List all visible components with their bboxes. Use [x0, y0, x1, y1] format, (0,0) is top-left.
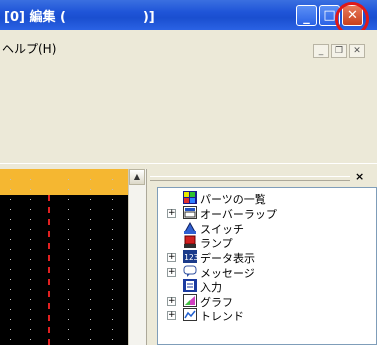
parts-tree[interactable]: パーツの一覧 + オーバーラップ スイッチ ランプ + 123 データ表示 + … — [157, 187, 377, 345]
chevron-up-icon: ▲ — [133, 172, 141, 181]
mdi-restore-button[interactable]: ❐ — [331, 44, 347, 58]
tree-item-data-display[interactable]: + 123 データ表示 — [158, 250, 376, 265]
tree-item-input[interactable]: 入力 — [158, 279, 376, 294]
expand-icon[interactable]: + — [167, 297, 176, 306]
parts-list-icon — [183, 191, 197, 204]
tree-item-graph[interactable]: + グラフ — [158, 294, 376, 309]
trend-icon — [183, 308, 197, 321]
tree-item-lamp[interactable]: ランプ — [158, 235, 376, 250]
restore-icon: ❐ — [334, 46, 344, 56]
grid-line — [68, 179, 69, 345]
grid-line — [30, 179, 31, 345]
lamp-icon — [183, 235, 197, 248]
tree-item-switch[interactable]: スイッチ — [158, 221, 376, 236]
minimize-button[interactable]: _ — [296, 5, 317, 26]
canvas-header-area — [0, 169, 128, 195]
vertical-scrollbar[interactable]: ▲ — [128, 169, 146, 345]
grid-line-red — [48, 195, 50, 345]
close-icon: ✕ — [353, 46, 361, 56]
tree-item-trend[interactable]: + トレンド — [158, 308, 376, 323]
expand-icon[interactable]: + — [167, 268, 176, 277]
message-icon — [183, 265, 197, 278]
graph-icon — [183, 294, 197, 307]
data-display-icon: 123 — [183, 250, 199, 263]
toolbar-area — [0, 60, 377, 168]
minimize-icon: _ — [303, 10, 310, 25]
window-title: [0] 編集 ( )] — [4, 10, 155, 25]
scroll-up-button[interactable]: ▲ — [129, 169, 145, 185]
overlap-icon — [183, 206, 197, 219]
input-icon — [183, 279, 197, 292]
expand-icon[interactable]: + — [167, 253, 176, 262]
tree-item-overlap[interactable]: + オーバーラップ — [158, 206, 376, 221]
mdi-minimize-button[interactable]: _ — [313, 44, 329, 58]
tree-item-parts-list[interactable]: パーツの一覧 — [158, 191, 376, 206]
svg-text:123: 123 — [184, 253, 197, 262]
editor-canvas[interactable] — [0, 169, 128, 345]
switch-icon — [183, 221, 197, 234]
minimize-icon: _ — [318, 46, 324, 56]
grid-line — [90, 179, 91, 345]
expand-icon[interactable]: + — [167, 209, 176, 218]
menu-help[interactable]: ヘルプ(H) — [2, 40, 56, 57]
mdi-close-button[interactable]: ✕ — [349, 44, 365, 58]
panel-grip[interactable] — [150, 176, 350, 181]
expand-icon[interactable]: + — [167, 311, 176, 320]
panel-close-button[interactable]: × — [355, 170, 364, 183]
tree-item-message[interactable]: + メッセージ — [158, 265, 376, 280]
grid-line — [10, 179, 11, 345]
grid-line — [112, 179, 113, 345]
